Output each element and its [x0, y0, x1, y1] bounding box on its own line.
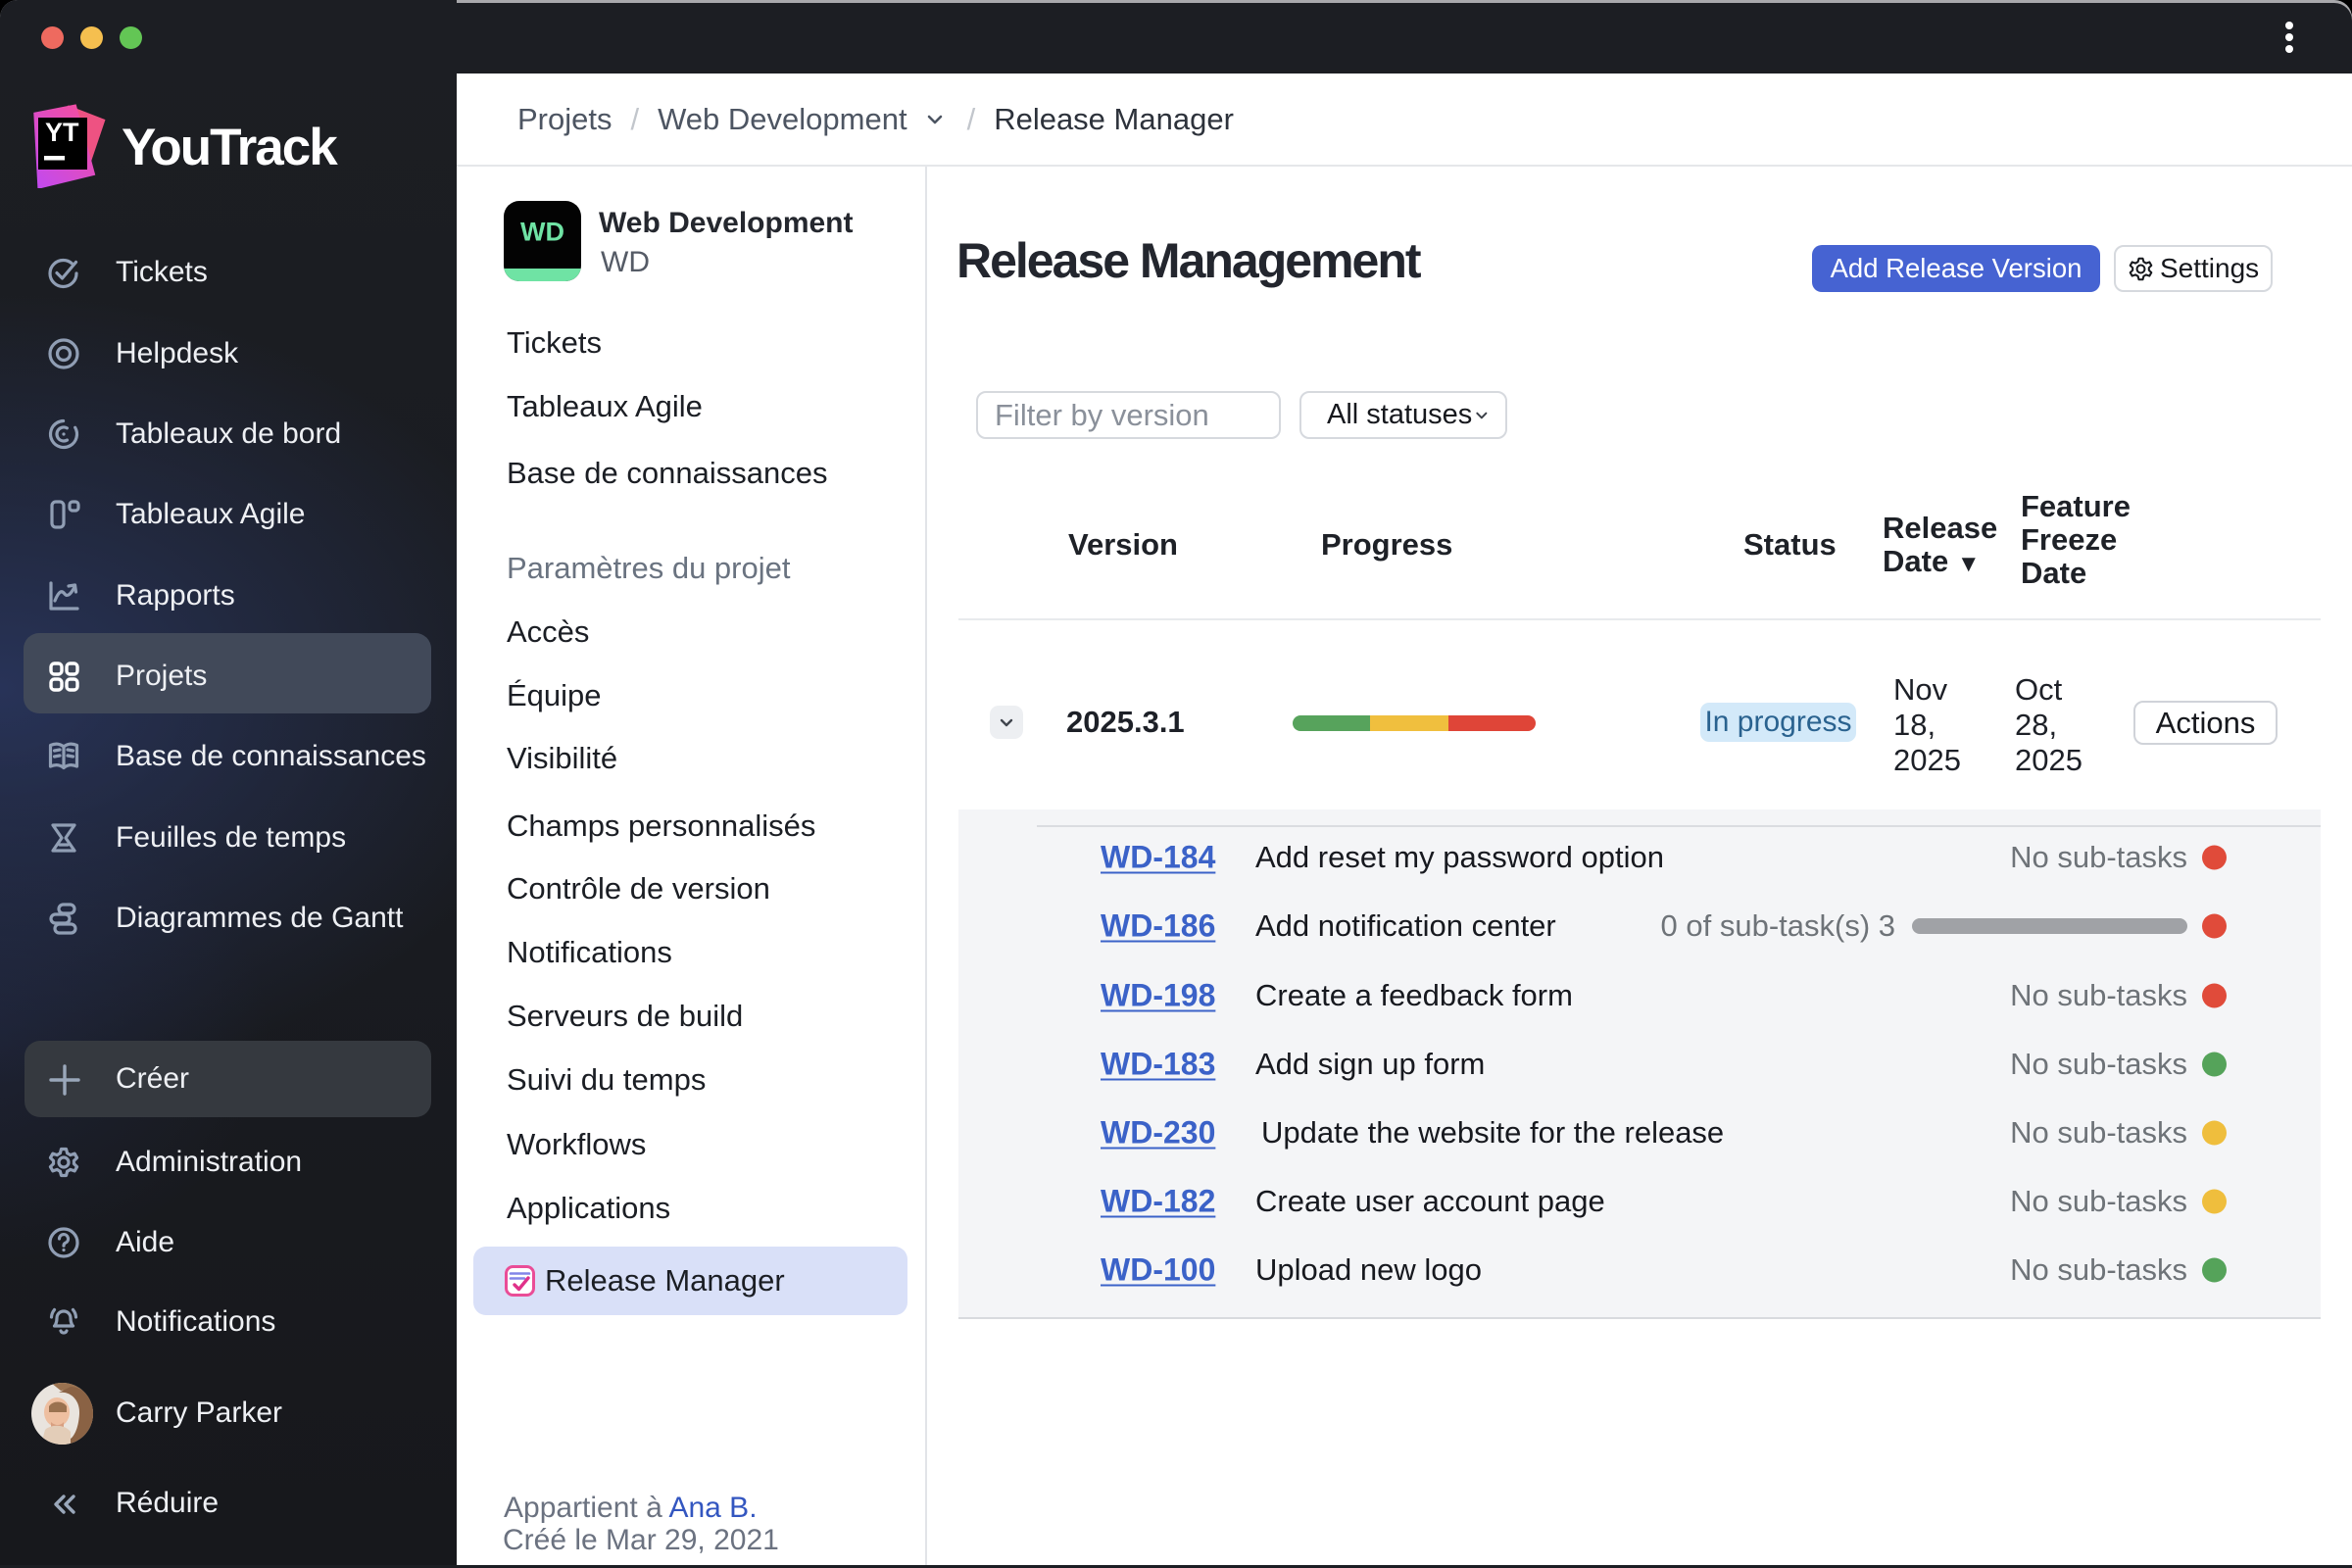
svg-text:YT: YT: [45, 118, 79, 147]
